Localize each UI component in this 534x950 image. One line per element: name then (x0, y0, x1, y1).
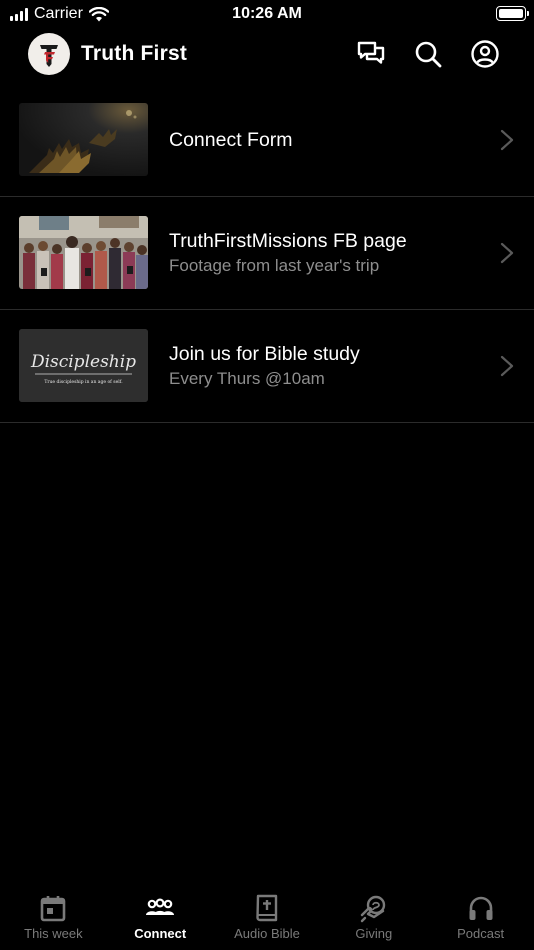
chevron-right-icon (500, 129, 514, 151)
item-title: Join us for Bible study (169, 343, 360, 365)
item-text: TruthFirstMissions FB page Footage from … (169, 197, 484, 309)
status-bar: Carrier 10:26 AM (0, 0, 534, 28)
status-time: 10:26 AM (232, 5, 302, 22)
chevron-right-icon (500, 242, 514, 264)
tab-podcast[interactable]: Podcast (427, 885, 534, 950)
list-item-connect-form[interactable]: Connect Form (0, 84, 534, 197)
tab-label: Podcast (457, 926, 505, 941)
giving-icon (360, 895, 385, 923)
account-icon[interactable] (470, 39, 500, 69)
thumb-caption: True discipleship in an age of self. (44, 379, 123, 385)
list-item-missions-fb-page[interactable]: TruthFirstMissions FB page Footage from … (0, 197, 534, 310)
tab-label: Giving (355, 926, 393, 941)
tab-bar: This week Connect Audio Bible Giving Pod… (0, 885, 534, 950)
thumb-title: Discipleship (30, 352, 136, 372)
headphones-icon (469, 896, 493, 920)
people-icon (146, 898, 175, 915)
item-title: TruthFirstMissions FB page (169, 230, 407, 252)
calendar-icon (41, 896, 66, 922)
app-header: Truth First (0, 28, 534, 84)
tab-connect[interactable]: Connect (107, 885, 214, 950)
battery-icon (496, 6, 529, 21)
tab-audio-bible[interactable]: Audio Bible (214, 885, 321, 950)
list-item-bible-study[interactable]: Discipleship True discipleship in an age… (0, 310, 534, 423)
item-subtitle: Footage from last year's trip (169, 256, 380, 275)
chevron-right-icon (500, 355, 514, 377)
mission-group-photo-image (19, 216, 148, 289)
tab-label: This week (24, 926, 83, 941)
item-text: Connect Form (169, 84, 484, 196)
connect-list: Connect Form TruthFirstMissions FB page … (0, 84, 534, 423)
app-title: Truth First (81, 42, 188, 65)
hands-raised-worship-image (19, 103, 148, 176)
item-subtitle: Every Thurs @10am (169, 369, 325, 388)
tab-this-week[interactable]: This week (0, 885, 107, 950)
search-icon[interactable] (413, 39, 443, 69)
app-screen: Carrier 10:26 AM Truth First Connect For… (0, 0, 534, 950)
item-text: Join us for Bible study Every Thurs @10a… (169, 310, 484, 422)
chat-icon[interactable] (356, 39, 386, 69)
tab-label: Audio Bible (234, 926, 300, 941)
tab-label: Connect (134, 926, 187, 941)
church-logo[interactable] (28, 33, 70, 75)
bible-icon (256, 894, 278, 922)
logo-icon (40, 45, 58, 67)
tab-giving[interactable]: Giving (320, 885, 427, 950)
item-title: Connect Form (169, 128, 293, 151)
discipleship-chalkboard-image: Discipleship True discipleship in an age… (19, 329, 148, 402)
